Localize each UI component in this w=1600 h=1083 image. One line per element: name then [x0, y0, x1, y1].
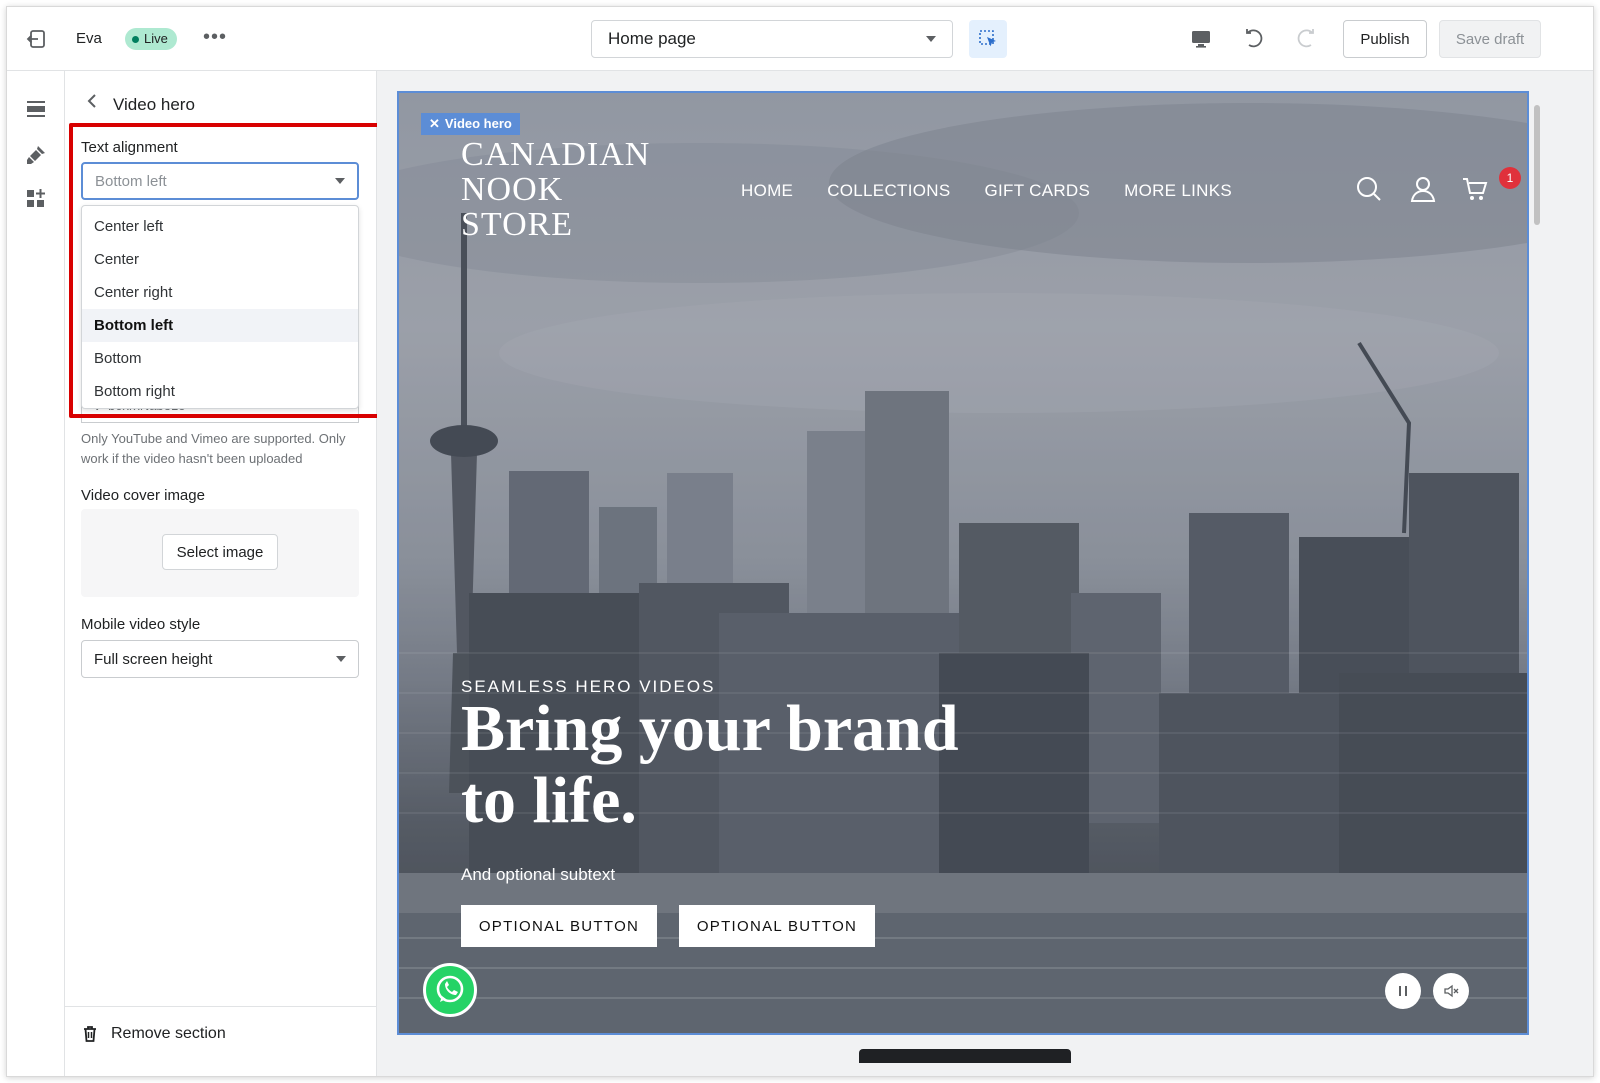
panel-title: Video hero [113, 95, 195, 114]
exit-icon[interactable] [25, 27, 49, 51]
select-image-button[interactable]: Select image [162, 534, 278, 570]
mobile-style-value: Full screen height [94, 650, 213, 668]
remove-section-button[interactable]: Remove section [81, 1025, 226, 1043]
logo-line: NOOK [461, 171, 564, 208]
undo-icon[interactable] [1243, 27, 1267, 51]
hero-headline: Bring your brand to life. [461, 692, 959, 837]
mute-icon [1444, 984, 1459, 998]
pause-icon [1399, 986, 1407, 996]
nav-home[interactable]: HOME [741, 181, 793, 201]
highlight-box [69, 123, 382, 418]
video-hero-section[interactable]: ✕ Video hero CANADIAN NOOK STORE HOME CO… [397, 91, 1529, 1035]
theme-name: Eva [76, 30, 102, 47]
section-tag[interactable]: ✕ Video hero [421, 113, 520, 135]
scroll-thumb[interactable] [1534, 105, 1540, 225]
theme-editor-window: Eva Live ••• Home page Publish Save draf… [6, 6, 1594, 1077]
sections-icon[interactable] [24, 97, 48, 121]
chevron-down-icon [926, 36, 936, 42]
apps-icon[interactable] [24, 187, 48, 211]
publish-button[interactable]: Publish [1343, 20, 1427, 58]
video-url-help-text: Only YouTube and Vimeo are supported. On… [81, 431, 346, 466]
cover-image-label: Video cover image [81, 487, 205, 504]
theme-settings-icon[interactable] [24, 143, 48, 167]
preview-bottom-bar [859, 1049, 1071, 1063]
preview-scrollbar[interactable] [1531, 91, 1543, 1035]
preview-area: ✕ Video hero CANADIAN NOOK STORE HOME CO… [377, 71, 1593, 1076]
whatsapp-button[interactable] [423, 963, 477, 1017]
hero-subtext: And optional subtext [461, 865, 616, 884]
store-nav: HOME COLLECTIONS GIFT CARDS MORE LINKS [741, 181, 1232, 201]
nav-gift-cards[interactable]: GIFT CARDS [984, 181, 1090, 201]
account-icon[interactable] [1409, 175, 1437, 203]
search-icon[interactable] [1355, 175, 1383, 203]
page-select-value: Home page [608, 29, 696, 48]
logo-line: CANADIAN [461, 136, 651, 173]
mobile-style-select[interactable]: Full screen height [81, 640, 359, 678]
redo-icon[interactable] [1293, 27, 1317, 51]
desktop-icon[interactable] [1189, 27, 1213, 51]
section-tag-label: Video hero [444, 116, 512, 131]
chevron-down-icon [336, 656, 346, 662]
whatsapp-icon [436, 975, 464, 1003]
pause-button[interactable] [1385, 973, 1421, 1009]
live-dot [132, 35, 139, 43]
nav-more-links[interactable]: MORE LINKS [1124, 181, 1232, 201]
inspector-button[interactable] [969, 20, 1007, 58]
left-rail [7, 71, 65, 1076]
back-chevron-icon[interactable] [83, 91, 103, 113]
cart-count-badge: 1 [1499, 167, 1521, 189]
status-badge: Live [125, 28, 177, 50]
top-bar: Eva Live ••• Home page Publish Save draf… [7, 7, 1593, 71]
close-icon[interactable]: ✕ [429, 113, 440, 135]
logo-line: STORE [461, 206, 574, 243]
status-badge-label: Live [144, 31, 168, 46]
page-select[interactable]: Home page [591, 20, 953, 58]
panel-footer: Remove section [65, 1006, 376, 1076]
hero-button-2[interactable]: OPTIONAL BUTTON [679, 905, 875, 947]
more-icon[interactable]: ••• [203, 27, 229, 51]
mobile-style-label: Mobile video style [81, 616, 201, 633]
cart-icon[interactable] [1461, 175, 1489, 203]
store-logo[interactable]: CANADIAN NOOK STORE [461, 137, 650, 242]
cover-image-picker: Select image [81, 509, 359, 597]
trash-icon [84, 1026, 96, 1042]
nav-collections[interactable]: COLLECTIONS [827, 181, 950, 201]
remove-section-label: Remove section [111, 1025, 226, 1042]
hero-button-1[interactable]: OPTIONAL BUTTON [461, 905, 657, 947]
mute-button[interactable] [1433, 973, 1469, 1009]
save-draft-button[interactable]: Save draft [1439, 20, 1541, 58]
inspector-icon [979, 30, 996, 47]
